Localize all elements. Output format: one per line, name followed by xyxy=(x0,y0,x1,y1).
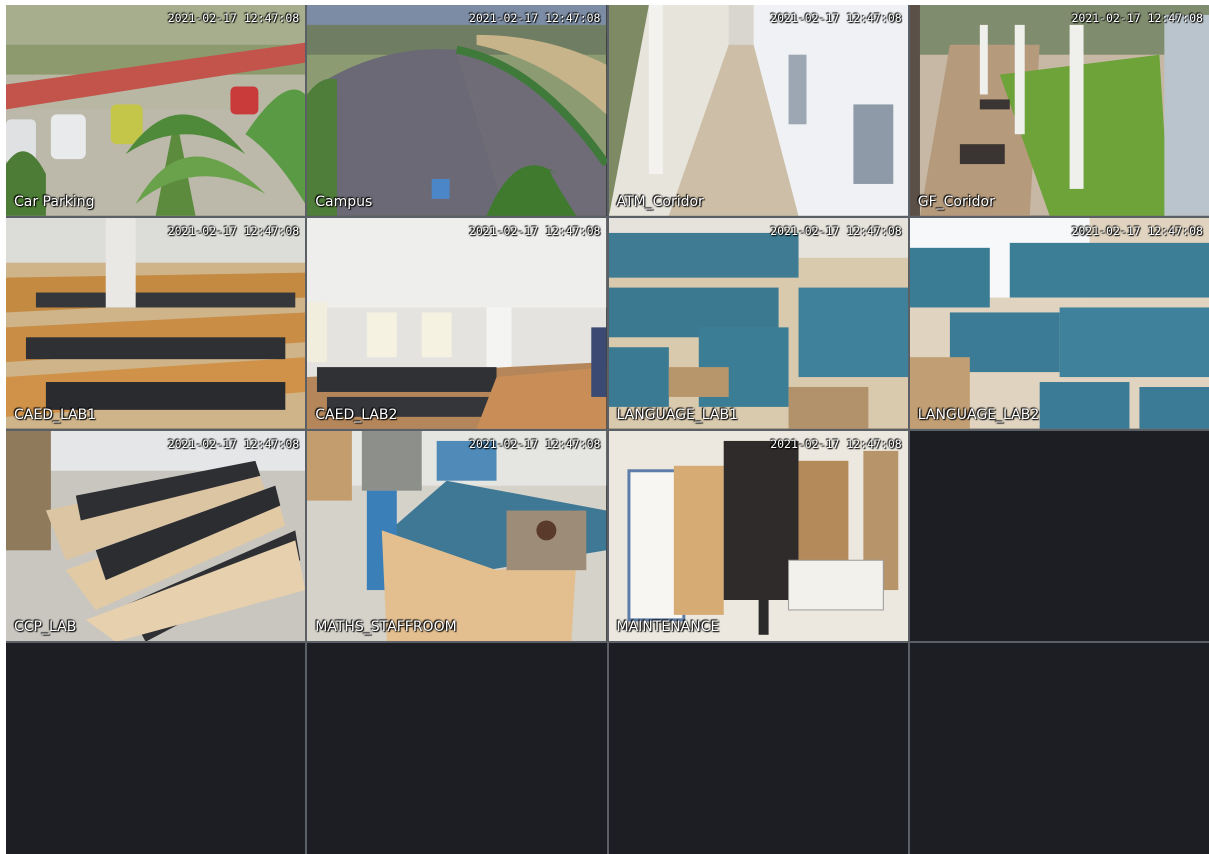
camera-feed-car-parking xyxy=(6,5,306,216)
timestamp-overlay: 2021-02-17 12:47:08 xyxy=(167,436,300,451)
camera-feed-language-lab2 xyxy=(909,217,1209,429)
camera-tile-atm-coridor[interactable]: 2021-02-17 12:47:08 ATM_Coridor xyxy=(608,5,908,216)
camera-tile-campus[interactable]: 2021-02-17 12:47:08 Campus xyxy=(307,5,607,216)
camera-feed-gf-coridor xyxy=(909,5,1209,216)
camera-name-label: CCP_LAB xyxy=(14,619,77,636)
camera-name-label: CAED_LAB2 xyxy=(315,406,398,423)
empty-camera-slot[interactable] xyxy=(909,643,1209,854)
camera-feed-atm-coridor xyxy=(608,5,908,216)
camera-name-label: MAINTENANCE xyxy=(616,619,720,636)
camera-name-label: LANGUAGE_LAB1 xyxy=(616,406,739,423)
camera-tile-maths-staffroom[interactable]: 2021-02-17 12:47:08 MATHS_STAFFROOM xyxy=(307,430,607,642)
camera-feed-ccp-lab xyxy=(6,430,306,642)
camera-feed-caed-lab2 xyxy=(307,217,607,429)
empty-camera-slot[interactable] xyxy=(307,643,607,854)
camera-feed-caed-lab1 xyxy=(6,217,306,429)
camera-name-label: Campus xyxy=(315,193,373,210)
timestamp-overlay: 2021-02-17 12:47:08 xyxy=(468,436,601,451)
camera-tile-language-lab2[interactable]: 2021-02-17 12:47:08 LANGUAGE_LAB2 xyxy=(909,217,1209,429)
timestamp-overlay: 2021-02-17 12:47:08 xyxy=(468,11,601,25)
camera-feed-maths-staffroom xyxy=(307,430,607,642)
timestamp-overlay: 2021-02-17 12:47:08 xyxy=(167,11,300,25)
camera-feed-language-lab1 xyxy=(608,217,908,429)
camera-tile-language-lab1[interactable]: 2021-02-17 12:47:08 LANGUAGE_LAB1 xyxy=(608,217,908,429)
camera-tile-maintenance[interactable]: 2021-02-17 12:47:08 MAINTENANCE xyxy=(608,430,908,642)
camera-tile-caed-lab1[interactable]: 2021-02-17 12:47:08 CAED_LAB1 xyxy=(6,217,306,429)
camera-tile-caed-lab2[interactable]: 2021-02-17 12:47:08 CAED_LAB2 xyxy=(307,217,607,429)
camera-name-label: LANGUAGE_LAB2 xyxy=(917,406,1040,423)
empty-camera-slot[interactable] xyxy=(6,643,306,854)
timestamp-overlay: 2021-02-17 12:47:08 xyxy=(770,11,902,25)
camera-feed-maintenance xyxy=(608,430,908,642)
empty-camera-slot[interactable] xyxy=(608,643,908,854)
camera-name-label: ATM_Coridor xyxy=(616,193,704,210)
timestamp-overlay: 2021-02-17 12:47:08 xyxy=(1071,223,1203,238)
camera-name-label: MATHS_STAFFROOM xyxy=(315,619,457,636)
timestamp-overlay: 2021-02-17 12:47:08 xyxy=(1071,11,1203,25)
timestamp-overlay: 2021-02-17 12:47:08 xyxy=(468,223,601,238)
camera-feed-campus xyxy=(307,5,607,216)
empty-camera-slot[interactable] xyxy=(909,430,1209,642)
camera-name-label: GF_Coridor xyxy=(917,193,995,210)
camera-tile-ccp-lab[interactable]: 2021-02-17 12:47:08 CCP_LAB xyxy=(6,430,306,642)
camera-tile-car-parking[interactable]: 2021-02-17 12:47:08 Car Parking xyxy=(6,5,306,216)
camera-grid: 2021-02-17 12:47:08 Car Parking 2021-02-… xyxy=(6,5,1209,854)
camera-tile-gf-coridor[interactable]: 2021-02-17 12:47:08 GF_Coridor xyxy=(909,5,1209,216)
timestamp-overlay: 2021-02-17 12:47:08 xyxy=(167,223,300,238)
camera-name-label: CAED_LAB1 xyxy=(14,406,97,423)
timestamp-overlay: 2021-02-17 12:47:08 xyxy=(770,436,902,451)
camera-name-label: Car Parking xyxy=(14,193,95,210)
timestamp-overlay: 2021-02-17 12:47:08 xyxy=(770,223,902,238)
